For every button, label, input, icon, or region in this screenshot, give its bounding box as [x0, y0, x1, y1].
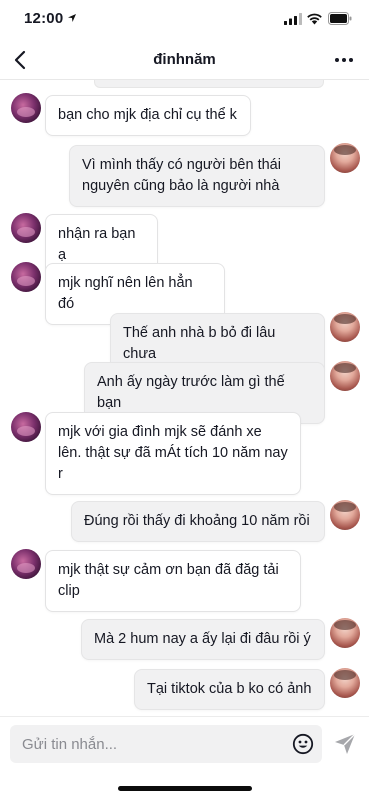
message-bubble-sent: Đúng rồi thấy đi khoảng 10 năm rồi	[71, 501, 325, 542]
message-bubble-sent: Tại tiktok của b ko có ảnh	[134, 669, 325, 710]
message-bubble-received: mjk thật sự cảm ơn bạn đã đăg tải clip	[45, 550, 301, 612]
status-bar: 12:00	[0, 0, 369, 40]
my-avatar[interactable]	[330, 361, 360, 391]
wifi-icon	[307, 13, 322, 25]
chat-header: đinhnăm	[0, 40, 369, 80]
location-arrow-icon	[68, 14, 76, 22]
message-input[interactable]	[22, 725, 282, 763]
my-avatar[interactable]	[330, 668, 360, 698]
message-input-container[interactable]	[10, 725, 322, 763]
cellular-signal-icon	[284, 13, 302, 25]
status-time: 12:00	[24, 10, 64, 27]
message-bubble-received: mjk với gia đình mjk sẽ đánh xe lên. thậ…	[45, 412, 301, 495]
message-bubble-received: bạn cho mjk địa chỉ cụ thể k	[45, 95, 251, 136]
contact-avatar[interactable]	[11, 213, 41, 243]
chat-title: đinhnăm	[153, 51, 216, 68]
message-bubble-sent: Mà 2 hum nay a ấy lại đi đâu rồi ý	[81, 619, 325, 660]
contact-avatar[interactable]	[11, 549, 41, 579]
contact-avatar[interactable]	[11, 93, 41, 123]
home-indicator	[118, 786, 252, 791]
my-avatar[interactable]	[330, 500, 360, 530]
my-avatar[interactable]	[330, 312, 360, 342]
message-bubble-sent: Vì mình thấy có người bên thái nguyên cũ…	[69, 145, 325, 207]
my-avatar[interactable]	[330, 618, 360, 648]
previous-message-bubble	[94, 80, 324, 88]
contact-avatar[interactable]	[11, 412, 41, 442]
my-avatar[interactable]	[330, 143, 360, 173]
send-icon[interactable]	[333, 732, 357, 756]
chat-message-list[interactable]: bạn cho mjk địa chỉ cụ thể k Vì mình thấ…	[0, 80, 369, 716]
contact-avatar[interactable]	[11, 262, 41, 292]
emoji-icon[interactable]	[292, 733, 314, 755]
more-horizontal-icon[interactable]	[333, 50, 355, 70]
battery-icon	[328, 12, 352, 25]
